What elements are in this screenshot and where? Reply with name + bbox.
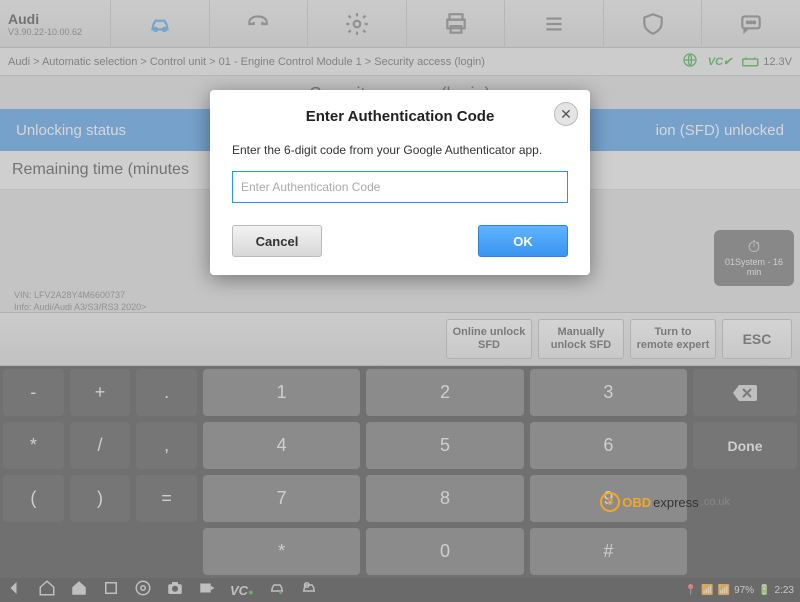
ok-button[interactable]: OK	[478, 225, 568, 257]
modal-backdrop: ✕ Enter Authentication Code Enter the 6-…	[0, 0, 800, 602]
cancel-button[interactable]: Cancel	[232, 225, 322, 257]
modal-close-button[interactable]: ✕	[554, 102, 578, 126]
modal-message: Enter the 6-digit code from your Google …	[232, 143, 568, 157]
auth-modal: ✕ Enter Authentication Code Enter the 6-…	[210, 90, 590, 275]
auth-code-input[interactable]	[232, 171, 568, 203]
modal-title: Enter Authentication Code	[232, 108, 568, 125]
